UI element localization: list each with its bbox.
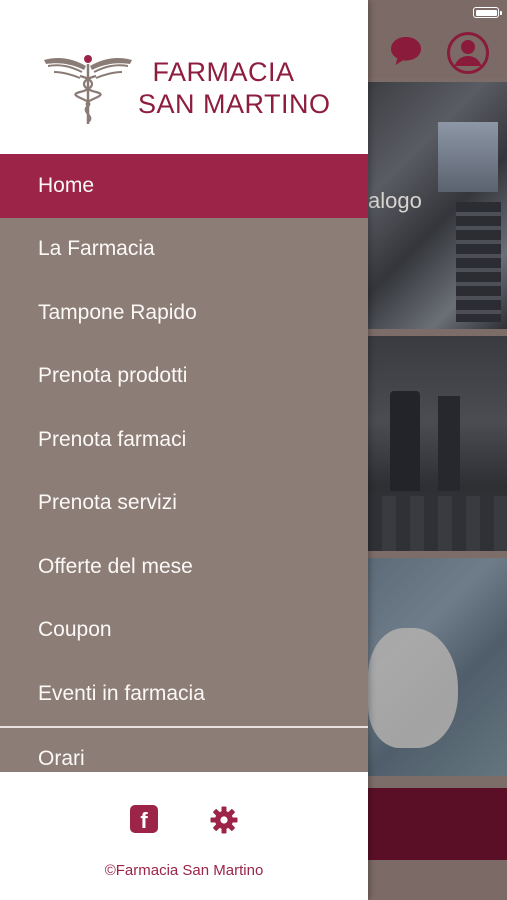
menu-item-label: Prenota servizi <box>38 491 177 515</box>
drawer-header: FARMACIA SAN MARTINO <box>0 0 368 154</box>
side-drawer: FARMACIA SAN MARTINO Home La Farmacia Ta… <box>0 0 368 900</box>
menu-item-label: Orari <box>38 747 85 771</box>
banner-caption: alogo <box>368 188 422 213</box>
menu-item-label: Prenota prodotti <box>38 364 188 388</box>
banner-image-store[interactable] <box>368 336 507 551</box>
brand-name: FARMACIA SAN MARTINO <box>138 56 331 120</box>
banner-image-test[interactable] <box>368 558 507 776</box>
battery-icon <box>473 7 502 18</box>
menu-item-eventi-in-farmacia[interactable]: Eventi in farmacia <box>0 662 368 726</box>
menu-item-label: Coupon <box>38 618 112 642</box>
menu-item-label: Tampone Rapido <box>38 300 197 324</box>
menu-item-coupon[interactable]: Coupon <box>0 599 368 663</box>
facebook-icon[interactable]: f <box>130 805 158 833</box>
chat-icon[interactable] <box>388 34 424 68</box>
brand-line-2: SAN MARTINO <box>138 89 331 119</box>
copyright-text: ©Farmacia San Martino <box>104 862 264 879</box>
menu-item-label: Prenota farmaci <box>38 427 187 451</box>
menu-item-prenota-prodotti[interactable]: Prenota prodotti <box>0 345 368 409</box>
menu-item-label: La Farmacia <box>38 237 155 261</box>
menu-item-orari[interactable]: Orari <box>0 728 368 773</box>
menu-item-label: Home <box>38 173 95 197</box>
menu-item-label: Offerte del mese <box>38 554 193 578</box>
drawer-menu: Home La Farmacia Tampone Rapido Prenota … <box>0 154 368 772</box>
gear-icon[interactable] <box>209 805 239 835</box>
menu-item-offerte-del-mese[interactable]: Offerte del mese <box>0 535 368 599</box>
bottom-banner[interactable] <box>368 788 507 860</box>
menu-item-tampone-rapido[interactable]: Tampone Rapido <box>0 281 368 345</box>
menu-item-home[interactable]: Home <box>0 154 368 218</box>
menu-item-la-farmacia[interactable]: La Farmacia <box>0 218 368 282</box>
user-icon[interactable] <box>446 31 490 75</box>
drawer-footer: f ©Farmacia San Martino <box>0 772 368 900</box>
brand-line-1: FARMACIA <box>152 57 295 87</box>
menu-item-label: Eventi in farmacia <box>38 681 205 705</box>
menu-item-prenota-servizi[interactable]: Prenota servizi <box>0 472 368 536</box>
menu-item-prenota-farmaci[interactable]: Prenota farmaci <box>0 408 368 472</box>
bottom-strip <box>368 860 507 900</box>
caduceus-logo-icon <box>44 55 132 124</box>
